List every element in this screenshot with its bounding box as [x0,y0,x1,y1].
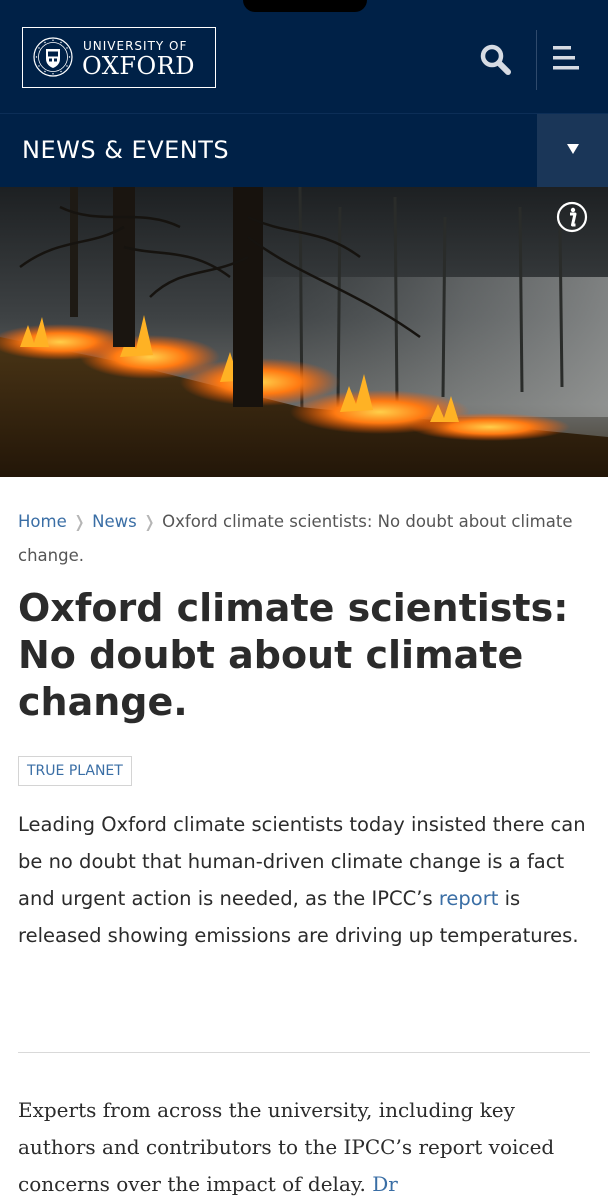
topic-tag-link[interactable]: TRUE PLANET [18,756,132,786]
search-icon [480,44,511,75]
article-title: Oxford climate scientists: No doubt abou… [18,586,569,724]
info-icon[interactable] [556,201,588,233]
article-body-paragraph: Experts from across the university, incl… [18,1092,594,1200]
report-link[interactable]: report [439,887,499,910]
breadcrumb-separator-icon: ❭ [142,512,157,531]
logo-university-of: UNIVERSITY OF [83,39,188,53]
menu-button[interactable] [549,44,583,74]
header-divider [536,30,537,90]
oxford-crest-icon [33,37,73,77]
body-text: Experts from across the university, incl… [18,1098,555,1196]
breadcrumb-news-link[interactable]: News [92,512,137,531]
breadcrumb: Home ❭ News ❭ Oxford climate scientists: No … [18,505,588,573]
breadcrumb-home-link[interactable]: Home [18,512,67,531]
forest-fire-photo [0,187,608,477]
section-dropdown-toggle[interactable] [537,114,608,188]
section-nav-bar: NEWS & EVENTS [0,113,608,188]
hamburger-menu-icon [553,46,579,70]
breadcrumb-separator-icon: ❭ [72,512,87,531]
page: UNIVERSITY OF OXFORD NEWS & EVENTS Home … [0,0,608,1200]
logo-oxford: OXFORD [82,52,195,80]
search-button[interactable] [478,42,514,78]
hero-image [0,187,608,477]
article-lede: Leading Oxford climate scientists today … [18,806,594,954]
body-author-link[interactable]: Dr [372,1172,398,1196]
content-divider [18,1052,590,1053]
device-notch [243,0,367,12]
caret-down-icon [567,144,579,154]
oxford-logo-link[interactable]: UNIVERSITY OF OXFORD [22,27,216,88]
site-header: UNIVERSITY OF OXFORD [0,0,608,113]
section-title[interactable]: NEWS & EVENTS [22,136,229,164]
